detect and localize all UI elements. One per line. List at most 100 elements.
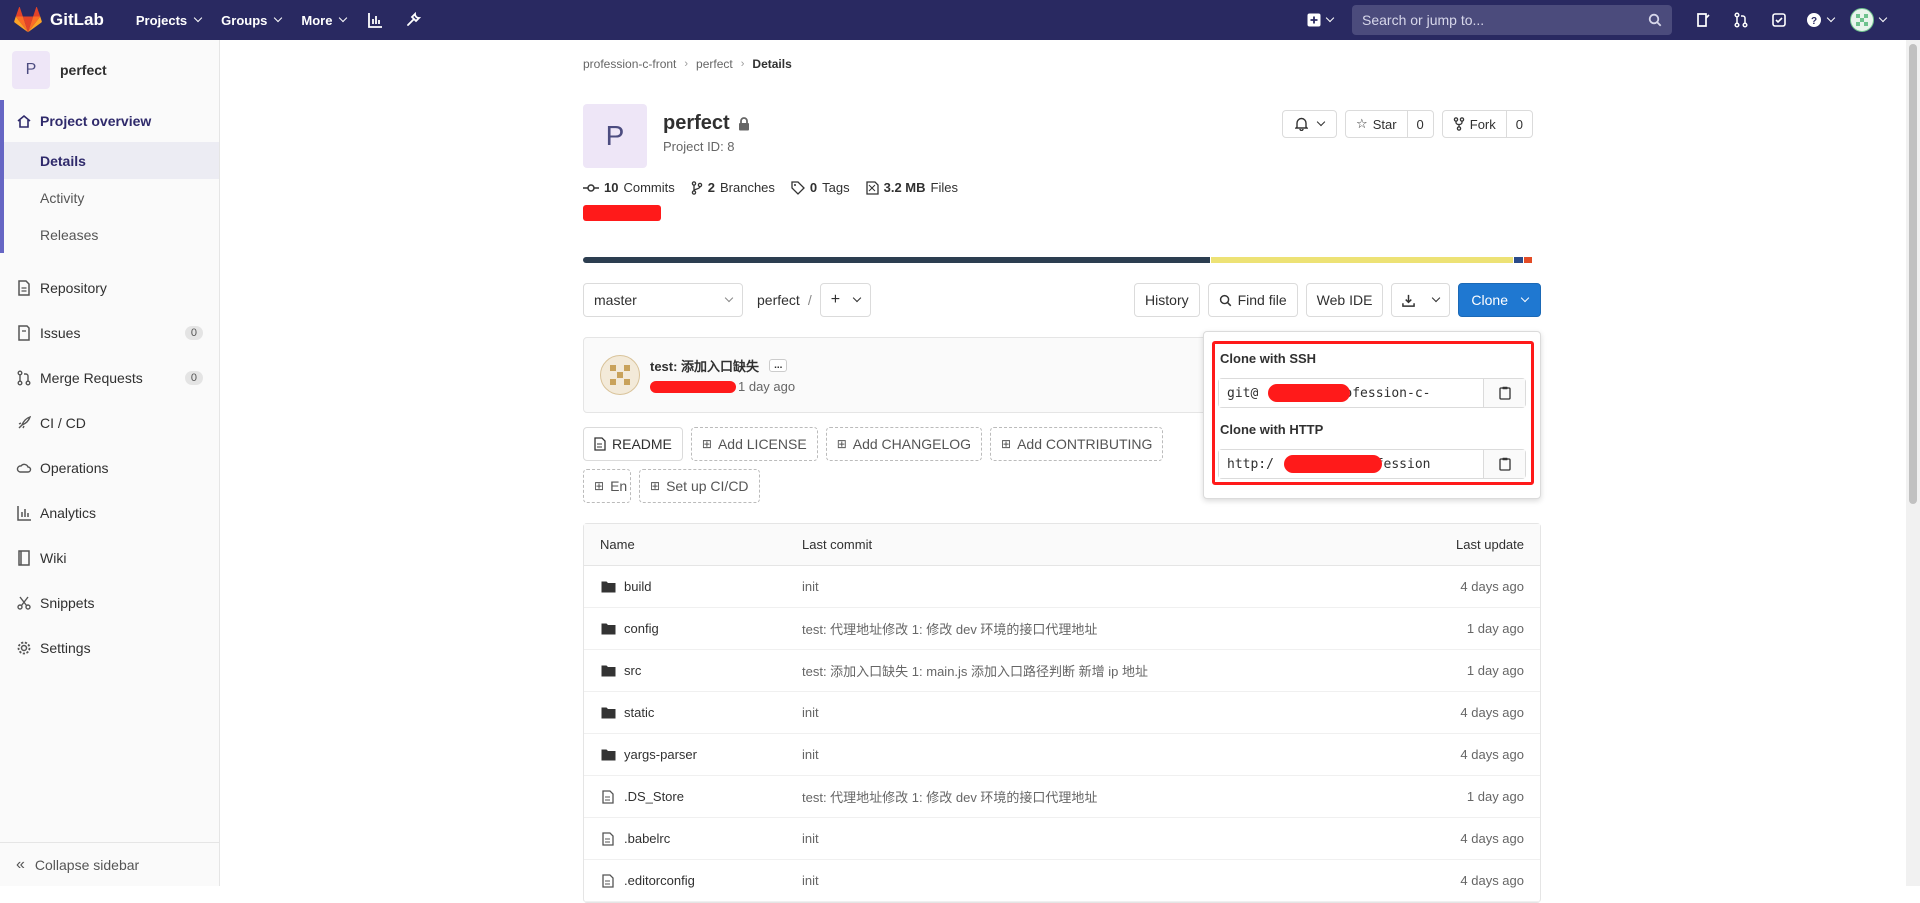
table-row[interactable]: .DS_Store test: 代理地址修改 1: 修改 dev 环境的接口代理地… [584, 776, 1540, 818]
commit-message-link[interactable]: init [802, 747, 1380, 762]
sidebar-item-ci-cd[interactable]: CI / CD [0, 400, 219, 445]
sidebar-item-wiki[interactable]: Wiki [0, 535, 219, 580]
nav-groups[interactable]: Groups [211, 13, 291, 28]
fork-button[interactable]: Fork [1443, 111, 1506, 137]
user-menu[interactable] [1842, 4, 1894, 36]
collapse-sidebar-label: Collapse sidebar [34, 856, 140, 873]
sidebar-project-header[interactable]: P perfect [0, 40, 219, 100]
nav-more[interactable]: More [291, 13, 356, 28]
commit-message-link[interactable]: init [802, 579, 1380, 594]
copy-ssh-button[interactable] [1483, 379, 1525, 407]
tags-stat[interactable]: 0 Tags [791, 180, 850, 195]
breadcrumb: profession-c-front › perfect › Details [583, 40, 1541, 88]
path-root-link[interactable]: perfect [757, 292, 800, 308]
help-icon[interactable]: ? [1798, 4, 1842, 36]
commits-stat[interactable]: 10 Commits [583, 180, 675, 195]
search-input[interactable] [1362, 12, 1622, 28]
search-box[interactable] [1352, 5, 1672, 35]
language-segment[interactable] [583, 257, 1211, 263]
fork-count[interactable]: 0 [1505, 111, 1532, 137]
files-stat[interactable]: 3.2 MB Files [865, 180, 958, 195]
breadcrumb-group-link[interactable]: profession-c-front [583, 57, 676, 71]
table-row[interactable]: yargs-parser init 4 days ago [584, 734, 1540, 776]
last-update: 1 day ago [1466, 789, 1524, 804]
collapse-sidebar-button[interactable]: « Collapse sidebar [0, 842, 219, 886]
commit-message-link[interactable]: test: 添加入口缺失 [650, 356, 759, 375]
table-row[interactable]: .editorconfig init 4 days ago [584, 860, 1540, 902]
admin-wrench-icon[interactable] [394, 4, 432, 36]
add-changelog-button[interactable]: ⊞ Add CHANGELOG [825, 427, 983, 461]
add-license-button[interactable]: ⊞ Add LICENSE [690, 427, 818, 461]
commit-message-link[interactable]: test: 代理地址修改 1: 修改 dev 环境的接口代理地址 [802, 619, 1380, 638]
notification-dropdown[interactable] [1282, 110, 1338, 138]
commit-message-link[interactable]: test: 添加入口缺失 1: main.js 添加入口路径判断 新增 ip 地… [802, 661, 1380, 680]
file-name-link[interactable]: .DS_Store [624, 789, 684, 804]
file-name-link[interactable]: static [624, 705, 654, 720]
sidebar-item-operations[interactable]: Operations [0, 445, 219, 490]
merge-requests-icon[interactable] [1722, 4, 1760, 36]
sidebar-item-project-overview[interactable]: Project overview [4, 100, 219, 142]
add-contributing-button[interactable]: ⊞ Add CONTRIBUTING [990, 427, 1164, 461]
file-name-link[interactable]: src [624, 663, 641, 678]
sidebar-item-snippets[interactable]: Snippets [0, 580, 219, 625]
clone-button[interactable]: Clone [1458, 283, 1541, 317]
activity-chart-icon[interactable] [356, 4, 394, 36]
table-row[interactable]: build init 4 days ago [584, 566, 1540, 608]
commit-expand-button[interactable]: ... [769, 359, 788, 372]
todo-sidebar-icon[interactable] [1684, 4, 1722, 36]
readme-button[interactable]: README [583, 427, 683, 461]
table-row[interactable]: static init 4 days ago [584, 692, 1540, 734]
commit-message-link[interactable]: init [802, 705, 1380, 720]
sidebar-item-analytics[interactable]: Analytics [0, 490, 219, 535]
file-name-link[interactable]: yargs-parser [624, 747, 697, 762]
nav-projects[interactable]: Projects [126, 13, 211, 28]
star-button[interactable]: ☆ Star [1346, 111, 1407, 137]
find-file-button[interactable]: Find file [1207, 283, 1298, 317]
language-segment[interactable] [1514, 257, 1523, 263]
scrollbar-thumb[interactable] [1909, 44, 1917, 504]
table-row[interactable]: config test: 代理地址修改 1: 修改 dev 环境的接口代理地址 1 … [584, 608, 1540, 650]
sidebar-subitem-releases[interactable]: Releases [4, 216, 219, 253]
ssh-url-input[interactable] [1219, 379, 1483, 407]
file-name-cell: yargs-parser [584, 747, 802, 762]
sidebar-item-repository[interactable]: Repository [0, 265, 219, 310]
add-to-tree-dropdown[interactable]: + [819, 283, 872, 317]
file-name-link[interactable]: build [624, 579, 651, 594]
repository-languages-bar [583, 257, 1541, 263]
web-ide-button[interactable]: Web IDE [1305, 283, 1384, 317]
sidebar-subitem-details[interactable]: Details [4, 142, 219, 179]
commit-message-link[interactable]: init [802, 831, 1380, 846]
language-segment[interactable] [1523, 257, 1532, 263]
branches-stat[interactable]: 2 Branches [691, 180, 775, 195]
history-button[interactable]: History [1134, 283, 1200, 317]
file-name-link[interactable]: config [624, 621, 659, 636]
rocket-icon [16, 415, 32, 431]
sidebar-item-settings[interactable]: Settings [0, 625, 219, 670]
download-dropdown[interactable] [1391, 283, 1451, 317]
sidebar-subitem-activity[interactable]: Activity [4, 179, 219, 216]
breadcrumb-current[interactable]: Details [752, 57, 791, 71]
gitlab-logo[interactable]: GitLab [14, 7, 104, 33]
new-plus-icon[interactable] [1296, 4, 1344, 36]
gitlab-fox-icon [14, 7, 42, 33]
issues-icon [16, 324, 32, 341]
file-name-link[interactable]: .babelrc [624, 831, 670, 846]
star-count[interactable]: 0 [1406, 111, 1433, 137]
table-row[interactable]: .babelrc init 4 days ago [584, 818, 1540, 860]
copy-http-button[interactable] [1483, 450, 1525, 478]
commit-author-avatar[interactable] [600, 355, 640, 395]
table-row[interactable]: src test: 添加入口缺失 1: main.js 添加入口路径判断 新增 i… [584, 650, 1540, 692]
branch-select[interactable]: master [583, 283, 743, 317]
setup-ci-cd-button[interactable]: ⊞ Set up CI/CD [639, 469, 760, 503]
language-segment[interactable] [1211, 257, 1514, 263]
enable-auto-devops-button[interactable]: ⊞ En [583, 469, 631, 503]
todos-check-icon[interactable] [1760, 4, 1798, 36]
sidebar-item-issues[interactable]: Issues 0 [0, 310, 219, 355]
file-name-cell: .babelrc [584, 831, 802, 846]
web-ide-label: Web IDE [1316, 292, 1373, 308]
breadcrumb-project-link[interactable]: perfect [696, 57, 733, 71]
page-scrollbar[interactable] [1906, 40, 1920, 886]
clipboard-icon [1498, 386, 1511, 400]
sidebar-item-merge-requests[interactable]: Merge Requests 0 [0, 355, 219, 400]
commit-message-link[interactable]: test: 代理地址修改 1: 修改 dev 环境的接口代理地址 [802, 787, 1380, 806]
